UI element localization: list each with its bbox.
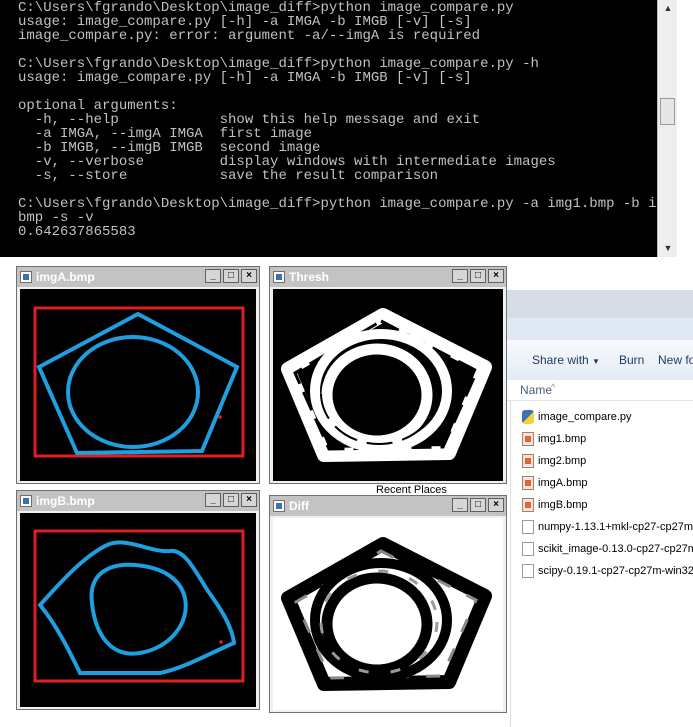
maximize-button[interactable]: □ — [470, 269, 486, 283]
scrollbar-thumb[interactable] — [660, 98, 675, 125]
close-button[interactable]: × — [241, 269, 257, 283]
column-header-name[interactable]: Name ^ — [490, 380, 693, 401]
share-with-button[interactable]: Share with ▼ — [532, 353, 600, 367]
bitmap-file-icon — [522, 476, 534, 490]
scroll-up-icon[interactable]: ▲ — [660, 0, 676, 16]
burn-button[interactable]: Burn — [619, 353, 644, 367]
imga-titlebar[interactable]: imgA.bmp _ □ × — [17, 267, 259, 287]
close-button[interactable]: × — [488, 269, 504, 283]
window-title: Thresh — [289, 270, 330, 284]
wheel-file-icon — [522, 564, 534, 578]
diff-window: Diff _ □ × — [269, 495, 507, 713]
file-name: scipy-0.19.1-cp27-cp27m-win32 — [538, 565, 693, 577]
file-name: image_compare.py — [538, 411, 632, 423]
file-item[interactable]: scikit_image-0.13.0-cp27-cp27m — [520, 539, 693, 561]
red-dot — [219, 640, 223, 644]
imga-window: imgA.bmp _ □ × — [16, 266, 260, 484]
explorer-window: Share with ▼ Burn New fo Name ^ image_co… — [490, 290, 693, 727]
app-icon — [20, 271, 32, 283]
minimize-button[interactable]: _ — [205, 269, 221, 283]
bitmap-file-icon — [522, 454, 534, 468]
scroll-down-icon[interactable]: ▼ — [660, 240, 676, 256]
file-item[interactable]: img1.bmp — [520, 429, 693, 451]
window-title: imgA.bmp — [36, 270, 95, 284]
file-list: image_compare.py img1.bmp img2.bmp imgA.… — [520, 407, 693, 583]
file-item[interactable]: numpy-1.13.1+mkl-cp27-cp27m — [520, 517, 693, 539]
app-icon — [273, 271, 285, 283]
window-title: Diff — [289, 499, 309, 513]
red-dot — [218, 415, 222, 419]
imgb-titlebar[interactable]: imgB.bmp _ □ × — [17, 491, 259, 511]
file-item[interactable]: img2.bmp — [520, 451, 693, 473]
file-item[interactable]: image_compare.py — [520, 407, 693, 429]
maximize-button[interactable]: □ — [223, 269, 239, 283]
chevron-down-icon: ▼ — [592, 357, 600, 366]
explorer-titlebar[interactable] — [490, 290, 693, 318]
bitmap-file-icon — [522, 432, 534, 446]
file-name: scikit_image-0.13.0-cp27-cp27m — [538, 543, 693, 555]
console-window: C:\Users\fgrando\Desktop\image_diff>pyth… — [0, 0, 677, 257]
minimize-button[interactable]: _ — [205, 493, 221, 507]
new-folder-button[interactable]: New fo — [658, 353, 693, 367]
file-name: img1.bmp — [538, 433, 587, 445]
file-name: img2.bmp — [538, 455, 587, 467]
console-scrollbar[interactable]: ▲ ▼ — [657, 0, 677, 257]
close-button[interactable]: × — [241, 493, 257, 507]
diff-canvas — [273, 518, 503, 710]
wheel-file-icon — [522, 542, 534, 556]
wheel-file-icon — [522, 520, 534, 534]
column-header-label: Name — [520, 383, 553, 397]
file-name: imgA.bmp — [538, 477, 588, 489]
imgb-window: imgB.bmp _ □ × — [16, 490, 260, 710]
file-item[interactable]: imgB.bmp — [520, 495, 693, 517]
explorer-address-bar[interactable] — [490, 318, 693, 341]
window-title: imgB.bmp — [36, 494, 95, 508]
thresh-window: Thresh _ □ × — [269, 266, 507, 484]
minimize-button[interactable]: _ — [452, 498, 468, 512]
file-name: imgB.bmp — [538, 499, 588, 511]
app-icon — [20, 495, 32, 507]
maximize-button[interactable]: □ — [223, 493, 239, 507]
console-output: C:\Users\fgrando\Desktop\image_diff>pyth… — [18, 0, 677, 240]
sort-ascending-icon: ^ — [551, 382, 556, 392]
file-item[interactable]: scipy-0.19.1-cp27-cp27m-win32 — [520, 561, 693, 583]
diff-titlebar[interactable]: Diff _ □ × — [270, 496, 506, 516]
imga-canvas — [20, 289, 256, 481]
maximize-button[interactable]: □ — [470, 498, 486, 512]
imgb-canvas — [20, 513, 256, 707]
file-item[interactable]: imgA.bmp — [520, 473, 693, 495]
app-icon — [273, 500, 285, 512]
minimize-button[interactable]: _ — [452, 269, 468, 283]
thresh-titlebar[interactable]: Thresh _ □ × — [270, 267, 506, 287]
explorer-toolbar: Share with ▼ Burn New fo — [490, 340, 693, 381]
python-file-icon — [522, 410, 534, 424]
thresh-canvas — [273, 289, 503, 481]
bitmap-file-icon — [522, 498, 534, 512]
file-name: numpy-1.13.1+mkl-cp27-cp27m — [538, 521, 693, 533]
close-button[interactable]: × — [488, 498, 504, 512]
share-with-label: Share with — [532, 353, 589, 367]
